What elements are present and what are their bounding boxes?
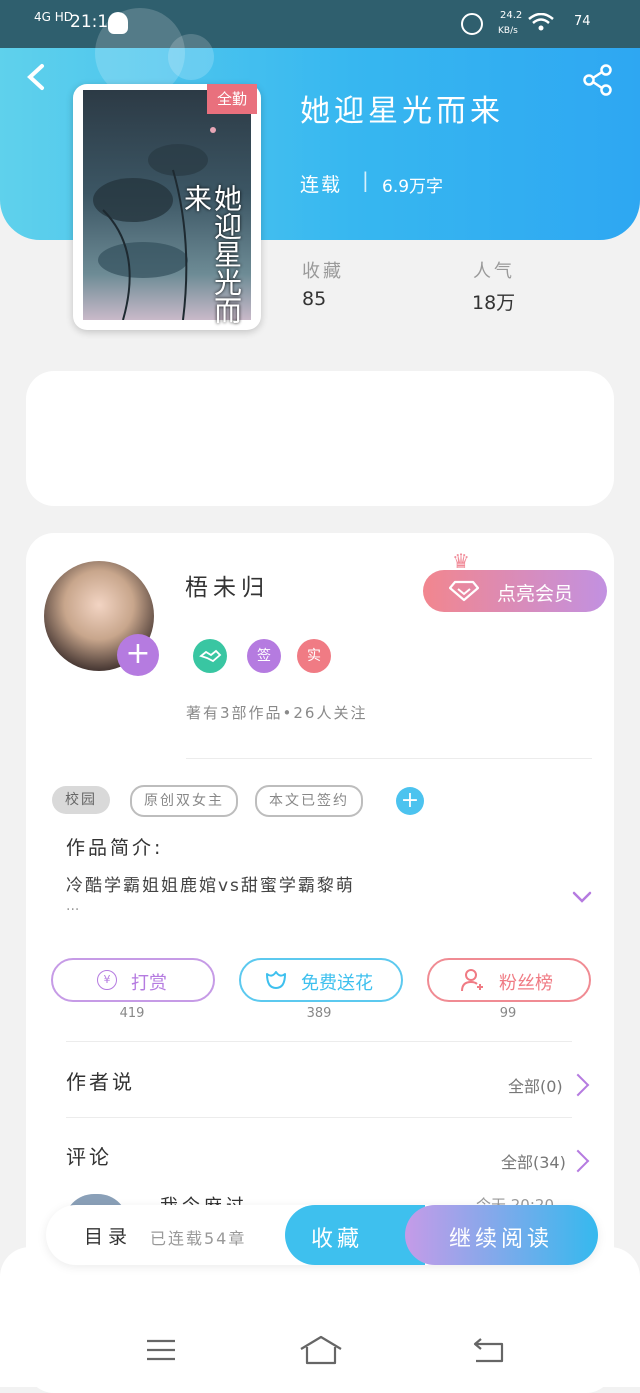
expand-intro-button[interactable]	[571, 886, 593, 908]
chevron-down-icon	[572, 891, 592, 903]
user-icon	[461, 969, 483, 992]
wifi-icon	[528, 12, 554, 31]
alarm-icon	[461, 13, 483, 35]
divider	[66, 1117, 572, 1118]
system-nav-bar	[0, 1247, 640, 1387]
vip-button[interactable]: 点亮会员	[423, 570, 607, 612]
favorite-label: 收藏	[311, 1227, 364, 1252]
author-says-title: 作者说	[66, 1070, 135, 1094]
tag-chip[interactable]: 校园	[52, 786, 110, 814]
net-speed-unit: KB/s	[498, 26, 518, 36]
intro-text: 冷酷学霸姐姐鹿婠vs甜蜜学霸黎萌	[66, 876, 355, 896]
add-tag-button[interactable]: +	[396, 787, 424, 815]
favorite-button[interactable]: 收藏	[285, 1205, 425, 1265]
stat-favorites-label: 收藏	[302, 261, 344, 282]
stat-popularity-value: 18万	[472, 292, 516, 314]
author-meta: 著有3部作品•26人关注	[186, 704, 368, 722]
tag-chip[interactable]: 本文已签约	[255, 785, 363, 817]
comments-count[interactable]: 全部(34)	[501, 1149, 566, 1173]
fan-count: 99	[499, 1006, 517, 1021]
toc-button[interactable]: 目录	[84, 1222, 132, 1249]
flower-icon	[266, 971, 286, 989]
stat-popularity-label: 人气	[473, 261, 515, 282]
network-indicator: 4G HD	[34, 10, 74, 24]
word-count: 6.9万字	[382, 177, 444, 197]
diamond-icon	[449, 580, 479, 602]
tag-chip[interactable]: 原创双女主	[130, 785, 238, 817]
book-cover[interactable]: 全勤 她迎星光而来	[73, 84, 261, 330]
battery-level: 74	[574, 14, 591, 29]
author-name[interactable]: 梧未归	[185, 568, 269, 602]
home-nav-button[interactable]	[299, 1335, 343, 1365]
handshake-icon	[193, 639, 227, 673]
vip-button-label: 点亮会员	[497, 583, 574, 605]
status-separator: |	[362, 168, 369, 192]
back-arrow-icon	[27, 64, 44, 90]
cover-tag: 全勤	[207, 84, 257, 114]
tip-count: 419	[119, 1006, 145, 1021]
send-flower-button[interactable]: 免费送花	[239, 958, 403, 1002]
ad-placeholder-card	[26, 371, 614, 506]
fan-ranking-label: 粉丝榜	[499, 973, 553, 994]
tip-button[interactable]: ¥ 打赏	[51, 958, 215, 1002]
divider	[186, 758, 592, 759]
back-nav-button[interactable]	[472, 1337, 504, 1363]
home-icon	[300, 1335, 342, 1365]
continue-reading-button[interactable]: 继续阅读	[405, 1205, 598, 1265]
intro-label: 作品简介:	[66, 837, 164, 859]
follow-author-button[interactable]: +	[117, 634, 159, 676]
commenter-name: 我今麻过	[160, 1192, 248, 1206]
book-title: 她迎星光而来	[300, 94, 504, 129]
yen-icon: ¥	[97, 970, 117, 990]
return-icon	[473, 1338, 504, 1363]
book-status: 连载	[300, 174, 343, 196]
author-says-count[interactable]: 全部(0)	[508, 1073, 563, 1097]
divider	[66, 1041, 572, 1042]
tip-label: 打赏	[131, 973, 167, 994]
menu-icon	[147, 1339, 175, 1361]
menu-nav-button[interactable]	[146, 1339, 176, 1361]
signed-badge: 签	[247, 639, 281, 673]
flower-count: 389	[306, 1006, 332, 1021]
back-button[interactable]	[24, 62, 48, 92]
continue-reading-label: 继续阅读	[449, 1227, 554, 1252]
send-flower-label: 免费送花	[301, 973, 373, 994]
fan-ranking-button[interactable]: 粉丝榜	[427, 958, 591, 1002]
intro-ellipsis: ...	[66, 898, 80, 914]
stat-favorites-value: 85	[302, 288, 327, 310]
chapter-count[interactable]: 已连载54章	[150, 1225, 246, 1249]
net-speed: 24.2	[500, 10, 523, 21]
cover-title: 她迎星光而来	[180, 184, 243, 324]
share-icon	[583, 64, 612, 96]
share-button[interactable]	[582, 64, 614, 96]
comments-title: 评论	[66, 1145, 112, 1169]
verified-badge: 实	[297, 639, 331, 673]
